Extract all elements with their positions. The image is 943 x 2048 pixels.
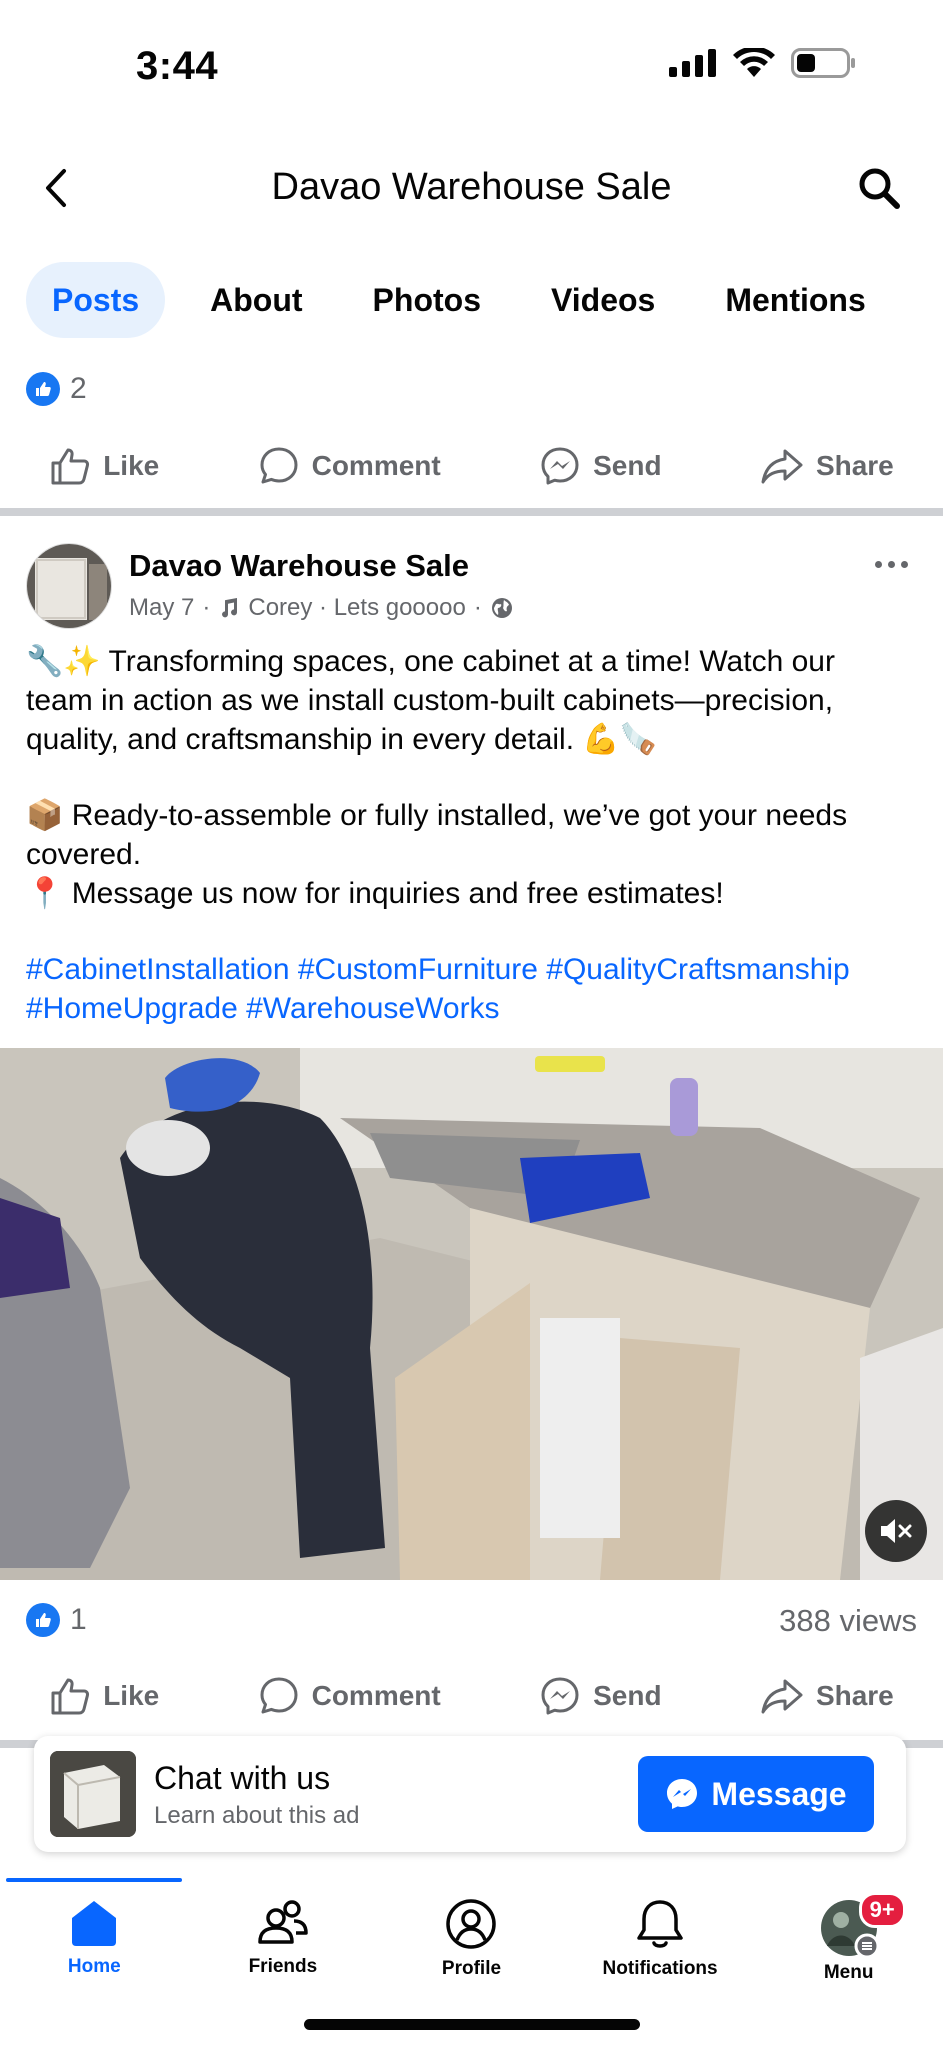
send-button[interactable]: Send bbox=[539, 1675, 662, 1717]
view-count: 388 views bbox=[779, 1603, 917, 1638]
post-paragraph: 📦 Ready-to-assemble or fully installed, … bbox=[26, 799, 848, 871]
profile-icon bbox=[446, 1899, 497, 1949]
music-note-icon bbox=[222, 598, 238, 618]
more-options-button[interactable] bbox=[865, 548, 917, 580]
post-meta: May 7 · Corey · Lets gooooo · bbox=[129, 594, 514, 622]
nav-menu[interactable]: 9+ Menu bbox=[754, 1880, 943, 1990]
comment-icon bbox=[260, 447, 298, 484]
post-date[interactable]: May 7 bbox=[129, 594, 194, 622]
post-actions: Like Comment Send Share bbox=[0, 1656, 943, 1736]
like-label: Like bbox=[103, 1680, 160, 1711]
tab-photos[interactable]: Photos bbox=[348, 262, 506, 338]
page-avatar[interactable] bbox=[26, 543, 112, 629]
messenger-icon bbox=[541, 1677, 579, 1715]
like-reaction-icon bbox=[26, 1603, 60, 1637]
status-time: 3:44 bbox=[136, 44, 219, 88]
like-label: Like bbox=[103, 450, 160, 481]
nav-profile[interactable]: Profile bbox=[377, 1880, 566, 1990]
tab-mentions[interactable]: Mentions bbox=[700, 262, 890, 338]
message-button[interactable]: Message bbox=[638, 1756, 874, 1832]
nav-label: Menu bbox=[823, 1962, 874, 1983]
share-icon bbox=[761, 1679, 803, 1714]
ad-title: Chat with us bbox=[154, 1760, 331, 1796]
messenger-icon bbox=[541, 447, 579, 485]
comment-icon bbox=[260, 1677, 298, 1714]
share-label: Share bbox=[815, 450, 894, 481]
send-button[interactable]: Send bbox=[539, 445, 662, 487]
like-button[interactable]: Like bbox=[49, 1675, 159, 1717]
nav-label: Friends bbox=[248, 1956, 318, 1977]
post-paragraph: 🔧✨ Transforming spaces, one cabinet at a… bbox=[26, 645, 835, 756]
ad-thumbnail bbox=[50, 1751, 136, 1837]
post-music[interactable]: Corey · Lets gooooo bbox=[248, 594, 465, 622]
post-paragraph: 📍 Message us now for inquiries and free … bbox=[26, 877, 724, 910]
nav-friends[interactable]: Friends bbox=[189, 1880, 378, 1990]
home-icon bbox=[72, 1901, 117, 1946]
like-reaction-icon bbox=[26, 372, 60, 406]
comment-button[interactable]: Comment bbox=[258, 445, 441, 487]
send-label: Send bbox=[593, 450, 662, 481]
thumbs-up-icon bbox=[51, 1678, 90, 1715]
globe-icon bbox=[491, 598, 512, 618]
mute-button[interactable] bbox=[865, 1500, 927, 1562]
friends-icon bbox=[258, 1900, 308, 1944]
tab-about[interactable]: About bbox=[185, 262, 327, 338]
chat-ad-banner[interactable]: Chat with us Learn about this ad Message bbox=[34, 1736, 906, 1852]
nav-notifications[interactable]: Notifications bbox=[566, 1880, 755, 1990]
post-hashtags[interactable]: #CabinetInstallation #CustomFurniture #Q… bbox=[26, 950, 906, 1028]
nav-label: Home bbox=[67, 1956, 121, 1977]
wifi-icon bbox=[733, 48, 775, 77]
reaction-count: 2 bbox=[70, 372, 87, 405]
post-text: 🔧✨ Transforming spaces, one cabinet at a… bbox=[26, 642, 906, 1028]
battery-icon bbox=[791, 48, 855, 78]
message-button-label: Message bbox=[711, 1775, 847, 1812]
search-icon bbox=[859, 168, 900, 209]
post-author[interactable]: Davao Warehouse Sale bbox=[129, 548, 469, 584]
reaction-summary[interactable]: 1 bbox=[26, 1603, 87, 1637]
share-label: Share bbox=[815, 1680, 894, 1711]
tab-videos[interactable]: Videos bbox=[526, 262, 680, 338]
post-actions: Like Comment Send Share bbox=[0, 426, 943, 506]
ad-subtitle[interactable]: Learn about this ad bbox=[154, 1802, 360, 1830]
share-icon bbox=[761, 449, 803, 484]
post-divider bbox=[0, 508, 943, 516]
search-button[interactable] bbox=[851, 160, 907, 216]
reaction-summary[interactable]: 2 bbox=[26, 372, 87, 406]
nav-label: Profile bbox=[441, 1958, 502, 1979]
home-indicator bbox=[304, 2019, 640, 2030]
menu-avatar: 9+ bbox=[819, 1892, 906, 1959]
more-icon bbox=[874, 560, 882, 568]
thumbs-up-icon bbox=[51, 448, 90, 485]
reaction-count: 1 bbox=[70, 1603, 87, 1636]
nav-home[interactable]: Home bbox=[0, 1880, 189, 1990]
share-button[interactable]: Share bbox=[760, 1675, 894, 1717]
page-tabs: Posts About Photos Videos Mentions bbox=[26, 262, 911, 338]
nav-label: Notifications bbox=[602, 1958, 718, 1979]
bell-icon bbox=[637, 1900, 683, 1948]
page-title: Davao Warehouse Sale bbox=[271, 166, 672, 208]
send-label: Send bbox=[593, 1680, 662, 1711]
like-button[interactable]: Like bbox=[49, 445, 159, 487]
comment-button[interactable]: Comment bbox=[258, 1675, 441, 1717]
messenger-icon bbox=[667, 1779, 698, 1809]
post-video[interactable] bbox=[0, 1048, 943, 1580]
comment-label: Comment bbox=[311, 450, 441, 481]
muted-speaker-icon bbox=[881, 1519, 912, 1543]
share-button[interactable]: Share bbox=[760, 445, 894, 487]
status-icons bbox=[669, 48, 857, 78]
bottom-nav: Home Friends Profile Notifications 9+ Me… bbox=[0, 1880, 943, 1990]
cellular-signal-icon bbox=[669, 49, 716, 77]
tab-posts[interactable]: Posts bbox=[26, 262, 166, 338]
comment-label: Comment bbox=[311, 1680, 441, 1711]
notification-badge: 9+ bbox=[858, 1892, 906, 1928]
